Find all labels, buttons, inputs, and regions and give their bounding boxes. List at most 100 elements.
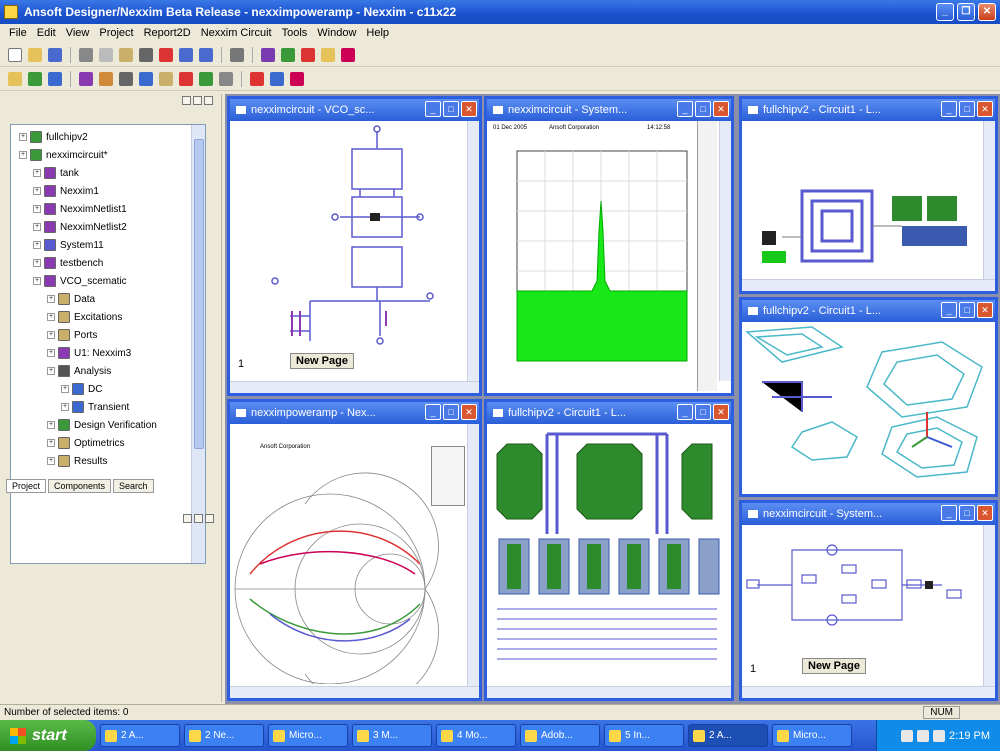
pane-pin-icon[interactable] — [182, 96, 191, 105]
system-block-diagram[interactable] — [742, 525, 987, 655]
new-page-button[interactable]: New Page — [802, 658, 866, 674]
tree-item[interactable]: + testbench — [33, 257, 103, 269]
layout-icon[interactable] — [99, 71, 113, 86]
taskbar-item[interactable]: 2 Ne... — [184, 724, 264, 747]
window-fullchip-layout-2[interactable]: fullchipv2 - Circuit1 - L... _ □ ✕ — [484, 399, 734, 701]
expand-icon[interactable]: + — [47, 349, 55, 357]
table-icon[interactable] — [219, 71, 233, 86]
redo-icon[interactable] — [199, 47, 213, 62]
expand-icon[interactable]: + — [47, 421, 55, 429]
taskbar-item[interactable]: Adob... — [520, 724, 600, 747]
layout-3d-view[interactable] — [742, 322, 987, 487]
vertical-scrollbar[interactable] — [467, 121, 479, 381]
tree-item[interactable]: + Results — [47, 455, 107, 467]
spectrum-plot[interactable] — [487, 141, 702, 391]
tree-scrollbar[interactable] — [191, 125, 205, 563]
expand-icon[interactable]: + — [47, 331, 55, 339]
horizontal-scrollbar[interactable] — [487, 686, 731, 698]
menu-tools[interactable]: Tools — [277, 27, 313, 39]
tree-item[interactable]: + Analysis — [47, 365, 111, 377]
menu-view[interactable]: View — [61, 27, 95, 39]
window-system-spectrum[interactable]: nexximcircuit - System... _ □ ✕ 01 Dec 2005… — [484, 96, 734, 396]
taskbar-item[interactable]: Micro... — [772, 724, 852, 747]
tree-item[interactable]: + nexximcircuit* — [19, 149, 108, 161]
light-icon[interactable] — [8, 71, 22, 86]
taskbar-item[interactable]: 2 A... — [100, 724, 180, 747]
stop-icon[interactable] — [250, 71, 264, 86]
close-icon[interactable]: ✕ — [977, 101, 993, 117]
vertical-scrollbar[interactable] — [983, 525, 995, 686]
copy-icon[interactable] — [99, 47, 113, 62]
menu-report2d[interactable]: Report2D — [139, 27, 196, 39]
pane2-float-icon[interactable] — [194, 514, 203, 523]
tree-item[interactable]: + U1: Nexxim3 — [47, 347, 131, 359]
close-icon[interactable]: ✕ — [977, 302, 993, 318]
tree-item[interactable]: + NexximNetlist1 — [33, 203, 127, 215]
maximize-icon[interactable]: □ — [959, 505, 975, 521]
paste-icon[interactable] — [119, 47, 133, 62]
start-button[interactable]: start — [0, 720, 96, 751]
tree-item[interactable]: + Optimetrics — [47, 437, 125, 449]
optimize-icon[interactable] — [290, 71, 304, 86]
taskbar-item[interactable]: Micro... — [268, 724, 348, 747]
smith-chart[interactable] — [230, 424, 455, 698]
window-vco-schematic[interactable]: nexximcircuit - VCO_sc..._□✕ 1 New Pa — [227, 96, 482, 396]
close-icon[interactable]: ✕ — [713, 404, 729, 420]
component-icon[interactable] — [321, 47, 335, 62]
tree-item[interactable]: + DC — [61, 383, 102, 395]
tree-item[interactable]: + tank — [33, 167, 79, 179]
tab-components[interactable]: Components — [48, 479, 112, 493]
expand-icon[interactable]: + — [33, 223, 41, 231]
close-icon[interactable]: ✕ — [978, 3, 996, 21]
taskbar-item[interactable]: 4 Mo... — [436, 724, 516, 747]
tree-item[interactable]: + fullchipv2 — [19, 131, 88, 143]
pane2-close-icon[interactable] — [205, 514, 214, 523]
schematic-vco[interactable] — [230, 121, 470, 371]
menu-file[interactable]: File — [4, 27, 32, 39]
tab-project[interactable]: Project — [6, 479, 47, 493]
minimize-icon[interactable]: _ — [425, 404, 441, 420]
horizontal-scrollbar[interactable] — [230, 381, 479, 393]
expand-icon[interactable]: + — [47, 295, 55, 303]
minimize-icon[interactable]: _ — [677, 404, 693, 420]
expand-icon[interactable]: + — [61, 403, 69, 411]
tab-search[interactable]: Search — [113, 479, 154, 493]
close-icon[interactable]: ✕ — [977, 505, 993, 521]
wire-icon[interactable] — [261, 47, 275, 62]
window-system-schematic[interactable]: nexximcircuit - System... _ □ ✕ 1 New Page — [739, 500, 998, 701]
maximize-icon[interactable]: □ — [959, 101, 975, 117]
taskbar-item[interactable]: 5 In... — [604, 724, 684, 747]
probe-icon[interactable] — [341, 47, 355, 62]
new-icon[interactable] — [8, 47, 22, 62]
layout-view-2[interactable] — [487, 424, 722, 689]
delete-icon[interactable] — [159, 47, 173, 62]
expand-icon[interactable]: + — [33, 277, 41, 285]
tree-item[interactable]: + Ports — [47, 329, 97, 341]
schematic-icon[interactable] — [79, 71, 93, 86]
title-bar[interactable]: Ansoft Designer/Nexxim Beta Release - ne… — [0, 0, 1000, 24]
expand-icon[interactable]: + — [19, 151, 27, 159]
tree-item[interactable]: + Nexxim1 — [33, 185, 99, 197]
maximize-icon[interactable]: □ — [443, 101, 459, 117]
expand-icon[interactable]: + — [19, 133, 27, 141]
smith-icon[interactable] — [199, 71, 213, 86]
pane-close-icon[interactable] — [204, 96, 213, 105]
horizontal-scrollbar[interactable] — [230, 686, 479, 698]
close-icon[interactable]: ✕ — [713, 101, 729, 117]
tray-icon[interactable] — [901, 729, 914, 742]
expand-icon[interactable]: + — [47, 367, 55, 375]
vertical-scrollbar[interactable] — [719, 121, 731, 381]
grid-icon[interactable] — [230, 47, 244, 62]
new-page-button[interactable]: New Page — [290, 353, 354, 369]
close-icon[interactable]: ✕ — [461, 101, 477, 117]
expand-icon[interactable]: + — [47, 313, 55, 321]
tree-item[interactable]: + System11 — [33, 239, 104, 251]
project-tree[interactable]: + fullchipv2 + nexximcircuit* + tank + Nexxim1 +… — [10, 124, 206, 564]
minimize-icon[interactable]: _ — [941, 302, 957, 318]
maximize-icon[interactable]: □ — [959, 302, 975, 318]
validate-icon[interactable] — [48, 71, 62, 86]
vertical-scrollbar[interactable] — [983, 121, 995, 279]
menu-nexxim-circuit[interactable]: Nexxim Circuit — [196, 27, 277, 39]
run-icon[interactable] — [28, 71, 42, 86]
close-icon[interactable]: ✕ — [461, 404, 477, 420]
